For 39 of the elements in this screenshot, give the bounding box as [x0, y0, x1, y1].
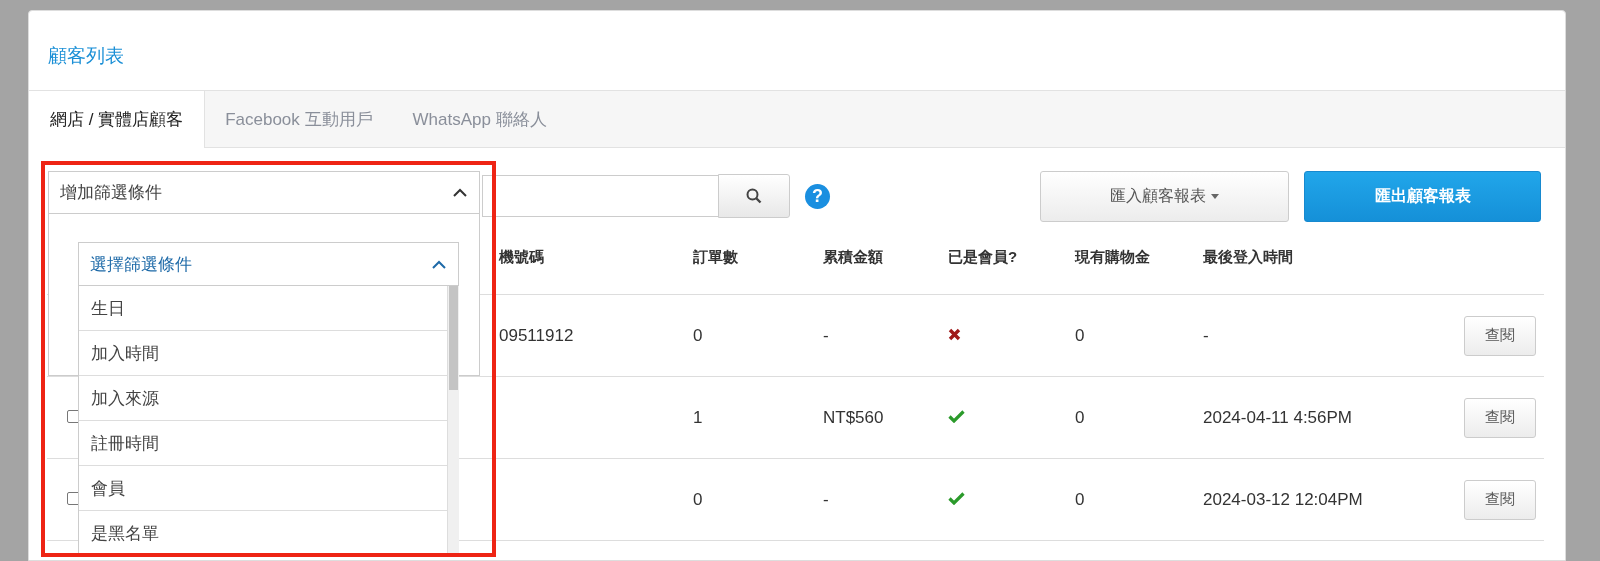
filter-select[interactable]: 選擇篩選條件 [78, 242, 459, 286]
dropdown-option[interactable]: 生日 [79, 286, 448, 331]
tab[interactable]: 網店 / 實體店顧客 [29, 91, 206, 148]
table-cell-text: 1 [693, 407, 704, 428]
table-cell-text: - [823, 489, 830, 510]
dropdown-option[interactable]: 註冊時間 [79, 421, 448, 466]
table-cell-text: 2024-04-11 4:56PM [1203, 407, 1353, 428]
import-report-button[interactable]: 匯入顧客報表 [1040, 170, 1289, 222]
view-button[interactable]: 查閱 [1464, 479, 1536, 520]
table-cell-text: NT$560 [823, 407, 885, 428]
column-header: 最後登入時間 [1203, 247, 1294, 267]
page-title: 顧客列表 [47, 44, 125, 68]
column-header: 累積金額 [823, 247, 884, 267]
scrollbar[interactable] [448, 286, 459, 556]
table-cell-text: 0 [693, 325, 704, 346]
table-cell-text: - [1203, 325, 1210, 346]
dropdown-option[interactable]: 加入來源 [79, 376, 448, 421]
table-cell-text: 09511912 [499, 325, 575, 346]
column-header: 已是會員? [948, 247, 1019, 267]
table-cell-text: 0 [693, 489, 704, 510]
view-button[interactable]: 查閱 [1464, 315, 1536, 356]
table-cell-text: 2024-03-12 12:04PM [1203, 489, 1364, 510]
caret-icon [1211, 193, 1219, 199]
column-header: 訂單數 [693, 247, 739, 267]
chevron-up-icon[interactable] [453, 188, 467, 197]
chevron-up-icon[interactable] [432, 259, 446, 269]
search-button[interactable] [718, 174, 790, 218]
table-cell-text: 0 [1075, 325, 1086, 346]
view-button[interactable]: 查閱 [1464, 397, 1536, 438]
dropdown-option[interactable]: 會員 [79, 466, 448, 511]
dropdown-option[interactable]: 加入時間 [79, 331, 448, 376]
table-cell-text: 0 [1075, 489, 1086, 510]
search-field[interactable] [482, 175, 718, 217]
column-header: 現有購物金 [1075, 247, 1151, 267]
column-header: 機號碼 [499, 247, 545, 267]
search-icon [746, 188, 762, 204]
table-cell-text: - [823, 325, 830, 346]
table-cell-text: 0 [1075, 407, 1086, 428]
add-filter-dropdown[interactable]: 增加篩選條件 [48, 171, 480, 214]
